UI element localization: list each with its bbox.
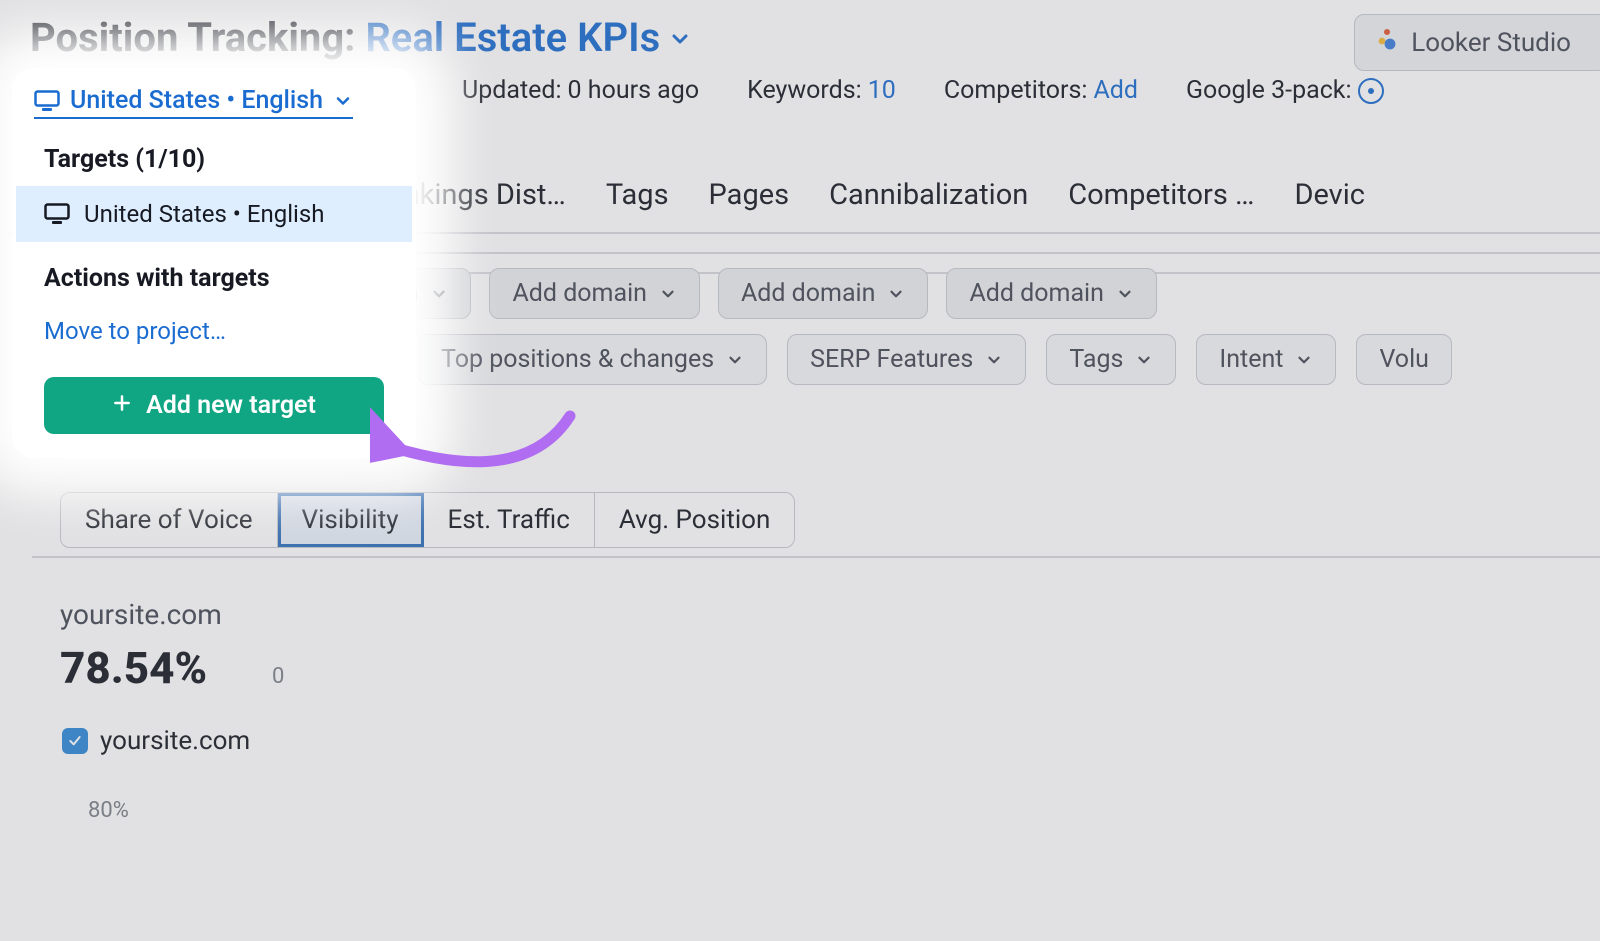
divider bbox=[32, 556, 1600, 558]
desktop-icon bbox=[44, 203, 70, 225]
actions-section-title: Actions with targets bbox=[16, 242, 412, 305]
chart-legend-item[interactable]: yoursite.com bbox=[62, 726, 250, 756]
chevron-down-icon bbox=[1295, 351, 1313, 369]
looker-studio-label: Looker Studio bbox=[1411, 28, 1571, 58]
filter-serp-features[interactable]: SERP Features bbox=[787, 334, 1026, 385]
plus-icon bbox=[112, 391, 132, 420]
keywords-meta[interactable]: Keywords: 10 bbox=[747, 76, 896, 105]
filter-tags[interactable]: Tags bbox=[1046, 334, 1176, 385]
tab-cannibalization[interactable]: Cannibalization bbox=[829, 178, 1028, 212]
targets-section-title: Targets (1/10) bbox=[16, 123, 412, 186]
stat-domain-label: yoursite.com bbox=[60, 598, 222, 631]
stat-visibility-value: 78.54% bbox=[60, 642, 207, 694]
meta-row: Updated: 0 hours ago Keywords: 10 Compet… bbox=[462, 76, 1384, 105]
page-title-prefix: Position Tracking: bbox=[30, 14, 365, 61]
filter-volume[interactable]: Volu bbox=[1356, 334, 1451, 385]
add-domain-button[interactable]: Add domain bbox=[489, 268, 699, 319]
move-to-project-link[interactable]: Move to project… bbox=[16, 305, 412, 351]
locale-trigger[interactable]: United States • English bbox=[34, 86, 353, 119]
checkbox-checked-icon[interactable] bbox=[62, 728, 88, 754]
target-item[interactable]: United States • English bbox=[16, 186, 412, 242]
desktop-icon bbox=[34, 90, 60, 112]
chevron-down-icon bbox=[726, 351, 744, 369]
add-new-target-label: Add new target bbox=[146, 391, 316, 420]
targets-dropdown: United States • English Targets (1/10) U… bbox=[12, 68, 416, 458]
filter-intent[interactable]: Intent bbox=[1196, 334, 1336, 385]
looker-studio-icon bbox=[1375, 27, 1399, 58]
add-new-target-button[interactable]: Add new target bbox=[44, 377, 384, 434]
chevron-down-icon bbox=[1135, 351, 1153, 369]
chevron-down-icon bbox=[887, 285, 905, 303]
tab-pages[interactable]: Pages bbox=[709, 178, 790, 212]
chevron-down-icon bbox=[333, 91, 353, 111]
add-domain-button[interactable]: Add domain bbox=[718, 268, 928, 319]
metric-tab-avg-position[interactable]: Avg. Position bbox=[595, 493, 794, 547]
target-item-label: United States • English bbox=[84, 200, 325, 228]
metric-tab-est-traffic[interactable]: Est. Traffic bbox=[424, 493, 595, 547]
location-pin-icon bbox=[1358, 78, 1384, 104]
tab-devices[interactable]: Devic bbox=[1294, 178, 1365, 212]
filter-positions-changes[interactable]: Top positions & changes bbox=[418, 334, 767, 385]
chevron-down-icon bbox=[430, 285, 448, 303]
chevron-down-icon bbox=[985, 351, 1003, 369]
chevron-down-icon bbox=[668, 27, 692, 51]
metric-tab-visibility[interactable]: Visibility bbox=[278, 493, 424, 547]
stat-delta: 0 bbox=[272, 664, 284, 689]
tab-tags[interactable]: Tags bbox=[606, 178, 669, 212]
add-domain-button[interactable]: Add domain bbox=[946, 268, 1156, 319]
updated-meta: Updated: 0 hours ago bbox=[462, 76, 699, 105]
legend-domain-label: yoursite.com bbox=[100, 726, 250, 756]
metric-tab-share-of-voice[interactable]: Share of Voice bbox=[61, 493, 278, 547]
chevron-down-icon bbox=[659, 285, 677, 303]
chevron-down-icon bbox=[1116, 285, 1134, 303]
tab-competitors[interactable]: Competitors … bbox=[1068, 178, 1254, 212]
chart-y-tick: 80% bbox=[88, 798, 129, 823]
google-3pack-meta[interactable]: Google 3-pack: bbox=[1186, 76, 1384, 105]
competitors-meta[interactable]: Competitors: Add bbox=[944, 76, 1138, 105]
project-dropdown[interactable]: Real Estate KPIs bbox=[365, 14, 692, 61]
looker-studio-button[interactable]: Looker Studio bbox=[1354, 14, 1600, 71]
